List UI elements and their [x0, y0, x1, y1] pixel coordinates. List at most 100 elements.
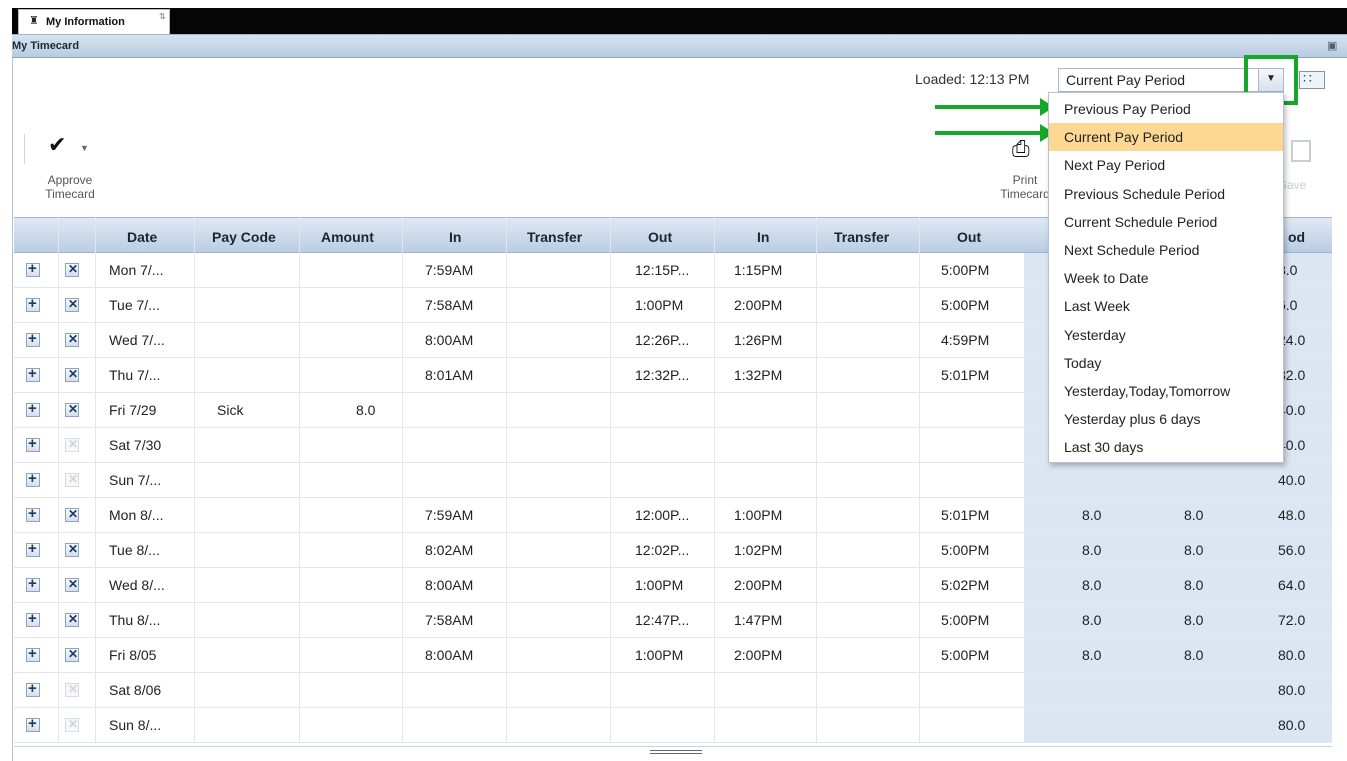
dropdown-option[interactable]: Yesterday: [1049, 321, 1283, 349]
dropdown-option[interactable]: Next Pay Period: [1049, 151, 1283, 179]
dropdown-option[interactable]: Week to Date: [1049, 264, 1283, 292]
cell-period-total[interactable]: 56.0: [1278, 542, 1305, 558]
cell-date[interactable]: Mon 7/...: [109, 262, 163, 278]
cell-date[interactable]: Thu 8/...: [109, 612, 160, 628]
cell-period-total[interactable]: 48.0: [1278, 507, 1305, 523]
cell-out-2[interactable]: 5:02PM: [941, 577, 989, 593]
cell-in-2[interactable]: 2:00PM: [734, 577, 782, 593]
dropdown-option[interactable]: Last Week: [1049, 292, 1283, 320]
cell-out-2[interactable]: 5:00PM: [941, 542, 989, 558]
col-transfer-2[interactable]: Transfer: [834, 229, 889, 245]
approve-timecard-button[interactable]: Approve Timecard: [30, 173, 110, 201]
cell-in-1[interactable]: 8:00AM: [425, 332, 473, 348]
cell-pay-code[interactable]: Sick: [217, 402, 243, 418]
cell-total-2[interactable]: 8.0: [1184, 647, 1203, 663]
dropdown-option[interactable]: Yesterday plus 6 days: [1049, 405, 1283, 433]
add-row-button[interactable]: +: [26, 715, 40, 732]
col-out-1[interactable]: Out: [648, 229, 672, 245]
delete-row-button[interactable]: ✕: [65, 612, 79, 627]
cell-period-total[interactable]: 80.0: [1278, 647, 1305, 663]
cell-in-1[interactable]: 7:58AM: [425, 297, 473, 313]
col-out-2[interactable]: Out: [957, 229, 981, 245]
maximize-icon[interactable]: ▣: [1327, 39, 1337, 52]
table-row[interactable]: + ✕ Wed 8/... 8:00AM 1:00PM 2:00PM 5:02PM 8.0 8.…: [14, 568, 1332, 603]
table-row[interactable]: + ✕ Tue 8/... 8:02AM 12:02P... 1:02PM 5:00PM 8.…: [14, 533, 1332, 568]
delete-row-button[interactable]: ✕: [65, 297, 79, 312]
cell-out-2[interactable]: 5:00PM: [941, 612, 989, 628]
resize-splitter[interactable]: [650, 750, 702, 754]
cell-in-2[interactable]: 1:02PM: [734, 542, 782, 558]
approve-caret-icon[interactable]: ▼: [80, 143, 89, 153]
add-row-button[interactable]: +: [26, 260, 40, 277]
dropdown-option[interactable]: Current Pay Period: [1049, 123, 1283, 152]
cell-out-1[interactable]: 12:02P...: [635, 542, 689, 558]
delete-row-button[interactable]: ✕: [65, 332, 79, 347]
add-row-button[interactable]: +: [26, 505, 40, 522]
add-row-button[interactable]: +: [26, 470, 40, 487]
cell-in-2[interactable]: 1:15PM: [734, 262, 782, 278]
cell-in-2[interactable]: 1:47PM: [734, 612, 782, 628]
cell-out-1[interactable]: 12:00P...: [635, 507, 689, 523]
cell-date[interactable]: Sun 7/...: [109, 472, 161, 488]
add-row-button[interactable]: +: [26, 365, 40, 382]
col-date[interactable]: Date: [127, 229, 157, 245]
table-row[interactable]: + ✕ Sun 8/... 80.0: [14, 708, 1332, 743]
cell-date[interactable]: Tue 7/...: [109, 297, 160, 313]
add-row-button[interactable]: +: [26, 680, 40, 697]
delete-row-button[interactable]: ✕: [65, 262, 79, 277]
table-row[interactable]: + ✕ Mon 8/... 7:59AM 12:00P... 1:00PM 5:01PM 8.…: [14, 498, 1332, 533]
print-timecard-button[interactable]: Print Timecard: [995, 173, 1055, 201]
cell-date[interactable]: Sat 8/06: [109, 682, 161, 698]
dropdown-option[interactable]: Next Schedule Period: [1049, 236, 1283, 264]
cell-date[interactable]: Sat 7/30: [109, 437, 161, 453]
calendar-grid-icon[interactable]: ∷: [1299, 70, 1325, 89]
cell-date[interactable]: Wed 8/...: [109, 577, 165, 593]
tab-my-information[interactable]: ♜ My Information ⇅: [18, 9, 170, 34]
save-icon[interactable]: [1291, 140, 1311, 162]
delete-row-button[interactable]: ✕: [65, 402, 79, 417]
dropdown-option[interactable]: Current Schedule Period: [1049, 208, 1283, 236]
add-row-button[interactable]: +: [26, 400, 40, 417]
cell-in-1[interactable]: 8:00AM: [425, 647, 473, 663]
cell-in-1[interactable]: 8:02AM: [425, 542, 473, 558]
dropdown-option[interactable]: Previous Schedule Period: [1049, 180, 1283, 208]
cell-in-2[interactable]: 2:00PM: [734, 297, 782, 313]
table-row[interactable]: + ✕ Sun 7/... 40.0: [14, 463, 1332, 498]
printer-icon[interactable]: ⎙: [1012, 136, 1030, 162]
cell-date[interactable]: Sun 8/...: [109, 717, 161, 733]
cell-date[interactable]: Fri 8/05: [109, 647, 156, 663]
cell-total-1[interactable]: 8.0: [1082, 542, 1101, 558]
col-period[interactable]: od: [1288, 229, 1305, 245]
cell-period-total[interactable]: 72.0: [1278, 612, 1305, 628]
cell-out-2[interactable]: 5:00PM: [941, 297, 989, 313]
cell-out-1[interactable]: 1:00PM: [635, 647, 683, 663]
table-row[interactable]: + ✕ Thu 8/... 7:58AM 12:47P... 1:47PM 5:00PM 8.…: [14, 603, 1332, 638]
delete-row-button[interactable]: ✕: [65, 542, 79, 557]
checkmark-icon[interactable]: ✔: [48, 132, 66, 158]
dropdown-option[interactable]: Last 30 days: [1049, 433, 1283, 461]
cell-out-1[interactable]: 1:00PM: [635, 297, 683, 313]
col-in-2[interactable]: In: [757, 229, 769, 245]
cell-period-total[interactable]: 64.0: [1278, 577, 1305, 593]
cell-date[interactable]: Thu 7/...: [109, 367, 160, 383]
add-row-button[interactable]: +: [26, 610, 40, 627]
add-row-button[interactable]: +: [26, 645, 40, 662]
cell-date[interactable]: Mon 8/...: [109, 507, 163, 523]
add-row-button[interactable]: +: [26, 330, 40, 347]
cell-out-2[interactable]: 5:01PM: [941, 507, 989, 523]
cell-date[interactable]: Wed 7/...: [109, 332, 165, 348]
delete-row-button[interactable]: ✕: [65, 507, 79, 522]
cell-out-1[interactable]: 12:15P...: [635, 262, 689, 278]
cell-out-2[interactable]: 5:00PM: [941, 647, 989, 663]
cell-total-2[interactable]: 8.0: [1184, 507, 1203, 523]
cell-out-2[interactable]: 4:59PM: [941, 332, 989, 348]
cell-total-2[interactable]: 8.0: [1184, 577, 1203, 593]
col-in-1[interactable]: In: [449, 229, 461, 245]
cell-date[interactable]: Fri 7/29: [109, 402, 156, 418]
detach-icon[interactable]: ⇅: [159, 12, 166, 21]
add-row-button[interactable]: +: [26, 575, 40, 592]
cell-out-1[interactable]: 1:00PM: [635, 577, 683, 593]
cell-out-1[interactable]: 12:32P...: [635, 367, 689, 383]
delete-row-button[interactable]: ✕: [65, 577, 79, 592]
add-row-button[interactable]: +: [26, 540, 40, 557]
